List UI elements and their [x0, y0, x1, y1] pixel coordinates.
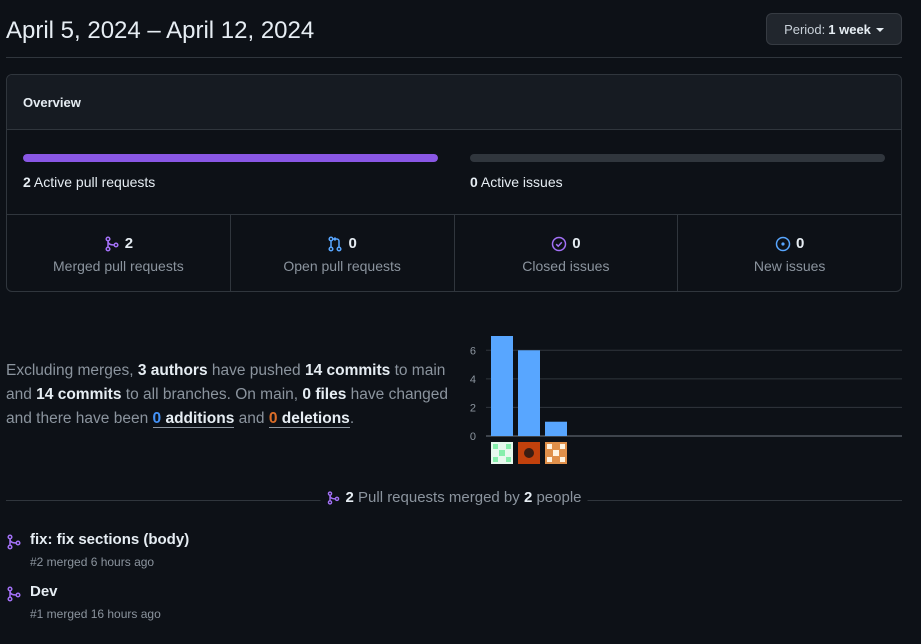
- stat-closed-issues-value: 0: [572, 235, 581, 252]
- stat-merged-prs-value: 2: [124, 235, 134, 252]
- active-prs-text: Active pull requests: [30, 174, 156, 190]
- merged-pr-icon: [7, 534, 21, 550]
- chart-y-tick-label: 4: [470, 374, 476, 386]
- summary-text: and: [234, 410, 269, 427]
- summary-text: to all branches. On main,: [121, 386, 303, 403]
- pr-meta: #1 merged 16 hours ago: [30, 607, 161, 621]
- author-avatar[interactable]: [545, 442, 567, 464]
- chart-y-tick-label: 6: [470, 345, 476, 357]
- merged-prs-text: people: [532, 489, 582, 506]
- additions-count: 0: [152, 410, 162, 427]
- summary-text: have pushed: [207, 362, 305, 379]
- chart-bar[interactable]: [518, 350, 540, 436]
- summary-commits-main: 14 commits: [304, 362, 391, 379]
- pr-title-link[interactable]: fix: fix sections (body): [30, 531, 189, 548]
- active-prs-bar: [23, 154, 438, 162]
- new-issue-icon: [775, 236, 791, 251]
- stat-closed-issues[interactable]: 0 Closed issues: [455, 215, 679, 291]
- author-avatar[interactable]: [491, 442, 513, 464]
- pr-meta: #2 merged 6 hours ago: [30, 555, 155, 569]
- summary-authors: 3 authors: [137, 362, 208, 379]
- active-issues-text: Active issues: [477, 174, 563, 190]
- author-avatar[interactable]: [518, 442, 540, 464]
- period-select-button[interactable]: Period: 1 week: [766, 13, 902, 45]
- open-pr-icon: [328, 235, 343, 252]
- stat-new-issues-label: New issues: [753, 258, 826, 274]
- stat-merged-prs[interactable]: 2 Merged pull requests: [7, 215, 231, 291]
- active-issues-label[interactable]: 0 Active issues: [470, 174, 563, 190]
- merged-pr-icon: [105, 235, 119, 252]
- chart-y-tick-label: 0: [470, 431, 476, 443]
- summary-text: .: [349, 410, 355, 427]
- active-prs-bar-fill: [23, 154, 438, 162]
- merged-pr-icon: [7, 586, 21, 602]
- date-range-title: April 5, 2024 – April 12, 2024: [6, 17, 315, 44]
- summary-commits-all: 14 commits: [36, 386, 122, 403]
- merged-prs-text: Pull requests merged by: [353, 489, 524, 506]
- commit-summary: Excluding merges, 3 authors have pushed …: [6, 359, 456, 431]
- merged-pr-icon: [327, 490, 340, 505]
- deletions-word: deletions: [277, 410, 350, 427]
- commits-by-author-chart: 0 2 4 6: [470, 336, 902, 464]
- overview-title: Overview: [7, 75, 901, 130]
- active-prs-count: 2: [23, 174, 31, 190]
- active-issues-bar: [470, 154, 885, 162]
- stat-new-issues-value: 0: [795, 235, 805, 252]
- stat-open-prs-value: 0: [348, 235, 357, 252]
- period-prefix: Period:: [784, 21, 826, 37]
- stat-open-prs-label: Open pull requests: [283, 258, 401, 274]
- additions-link[interactable]: 0 additions: [152, 410, 235, 428]
- additions-word: additions: [161, 410, 235, 427]
- page-header: April 5, 2024 – April 12, 2024 Period: 1…: [6, 0, 902, 58]
- merged-prs-count: 2: [345, 489, 354, 506]
- merged-prs-section-header: 2 Pull requests merged by 2 people: [6, 489, 902, 511]
- merged-prs-people: 2: [523, 489, 533, 506]
- overview-stats: 2 Merged pull requests 0 Open pull reque…: [7, 215, 901, 291]
- chart-y-tick-label: 2: [470, 402, 476, 414]
- caret-down-icon: [875, 28, 884, 32]
- merged-prs-summary: 2 Pull requests merged by 2 people: [320, 489, 588, 506]
- overview-card: Overview 2 Active pull requests 0 Active…: [6, 74, 902, 292]
- stat-open-prs[interactable]: 0 Open pull requests: [231, 215, 455, 291]
- active-issues-count: 0: [470, 174, 478, 190]
- stat-merged-prs-label: Merged pull requests: [53, 258, 184, 274]
- summary-text: Excluding merges,: [6, 362, 138, 379]
- chart-bar[interactable]: [491, 336, 513, 436]
- summary-files: 0 files: [302, 386, 347, 403]
- closed-issue-icon: [551, 236, 567, 251]
- chart-bar[interactable]: [545, 421, 567, 436]
- pr-title-link[interactable]: Dev: [30, 583, 58, 600]
- period-value: 1 week: [828, 21, 871, 37]
- deletions-link[interactable]: 0 deletions: [268, 410, 350, 428]
- stat-new-issues[interactable]: 0 New issues: [678, 215, 901, 291]
- overview-progress-row: 2 Active pull requests 0 Active issues: [7, 130, 901, 215]
- stat-closed-issues-label: Closed issues: [522, 258, 610, 274]
- active-prs-label[interactable]: 2 Active pull requests: [23, 174, 155, 190]
